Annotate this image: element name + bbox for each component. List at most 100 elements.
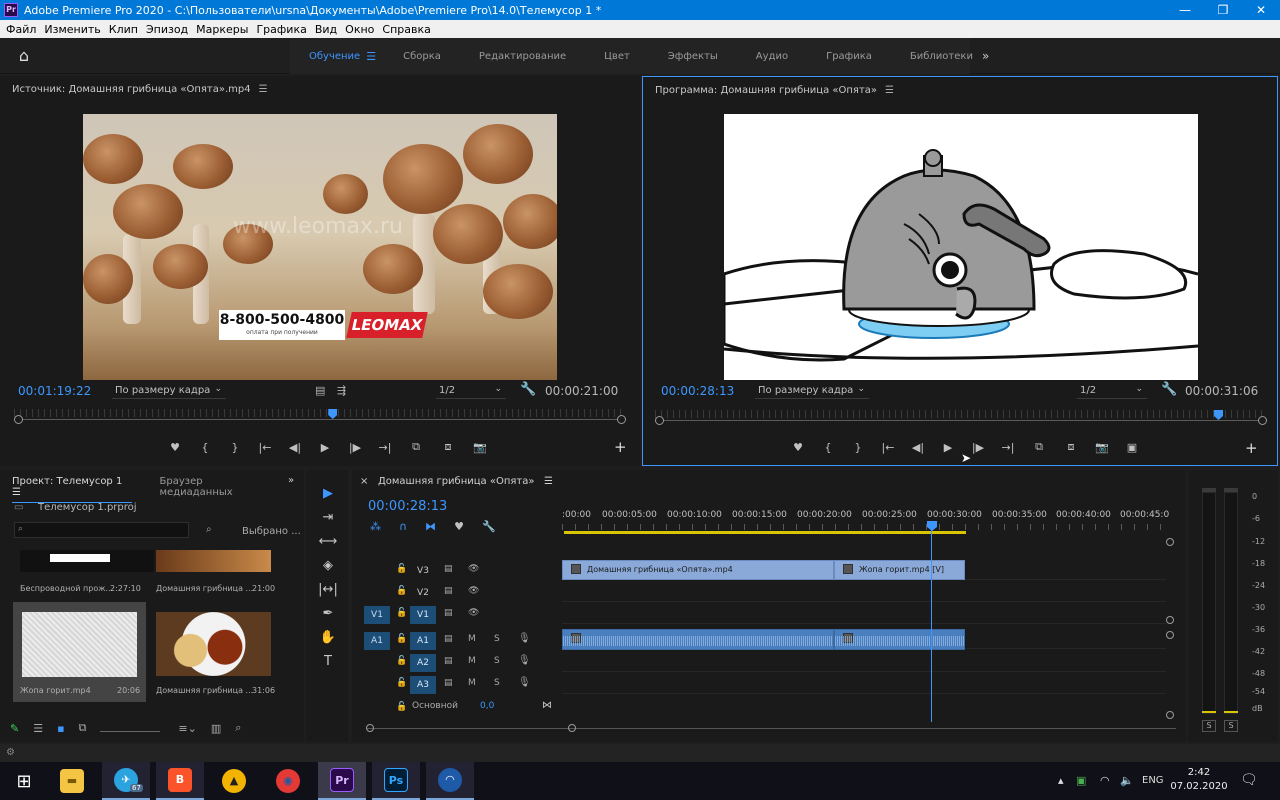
mark-out-button[interactable]: }	[843, 441, 873, 454]
maximize-button[interactable]: ❐	[1204, 3, 1242, 17]
source-timecode[interactable]: 00:01:19:22	[18, 384, 91, 398]
track-name-a1[interactable]: A1	[410, 632, 436, 650]
track-name-v1[interactable]: V1	[410, 606, 436, 624]
go-to-out-button[interactable]: →|	[370, 441, 400, 454]
track-name-v3[interactable]: V3	[410, 562, 436, 580]
program-viewer[interactable]	[724, 114, 1198, 380]
list-view-icon[interactable]: ☰	[33, 722, 43, 735]
ripple-edit-tool[interactable]: ⟷	[318, 532, 338, 552]
track-lane-a3[interactable]	[562, 673, 1166, 694]
add-marker-button[interactable]: ♥	[783, 441, 813, 454]
mute-button[interactable]: M	[468, 656, 476, 666]
audio-scroll-handle[interactable]	[1166, 711, 1174, 719]
program-timecode[interactable]: 00:00:28:13	[661, 384, 734, 398]
timeline-timecode[interactable]: 00:00:28:13	[368, 499, 447, 514]
add-marker-icon[interactable]: ♥	[454, 520, 464, 533]
source-patch-v1[interactable]: V1	[364, 606, 390, 624]
source-viewer[interactable]: www.leomax.ru 8-800-500-4800 оплата при п…	[83, 114, 557, 380]
solo-right-button[interactable]: S	[1224, 720, 1238, 732]
lock-icon[interactable]: 🔓	[396, 608, 407, 618]
go-to-out-button[interactable]: →|	[993, 441, 1023, 454]
program-scrubber[interactable]	[655, 410, 1267, 425]
video-scroll-handle[interactable]	[1166, 616, 1174, 624]
type-tool[interactable]: T	[318, 652, 338, 672]
project-thumb-2[interactable]	[156, 550, 271, 572]
workspace-menu-icon[interactable]: ☰	[366, 50, 376, 63]
program-fit-select[interactable]: По размеру кадра ⌄	[755, 384, 869, 399]
source-playhead[interactable]	[328, 409, 338, 419]
lock-icon[interactable]: 🔓	[396, 634, 407, 644]
audio-scroll-handle[interactable]	[1166, 631, 1174, 639]
program-playhead[interactable]	[1214, 410, 1224, 420]
go-to-end-icon[interactable]: ⋈	[542, 700, 552, 711]
work-area-bar[interactable]	[564, 531, 966, 534]
solo-button[interactable]: S	[494, 656, 500, 666]
zoom-handle-right[interactable]	[617, 415, 626, 424]
track-lane-v3[interactable]: Домашняя грибница «Опята».mp4 Жопа горит…	[562, 559, 1166, 580]
menu-graphics[interactable]: Графика	[254, 23, 312, 36]
menu-view[interactable]: Вид	[313, 23, 343, 36]
menu-edit[interactable]: Изменить	[42, 23, 106, 36]
sort-icon[interactable]: ≡⌄	[178, 722, 196, 735]
source-scrubber[interactable]	[14, 409, 626, 424]
clip-video-2[interactable]: Жопа горит.mp4 [V]	[834, 560, 965, 580]
razor-tool[interactable]: ◈	[318, 556, 338, 576]
taskbar-premiere[interactable]: Pr	[318, 762, 366, 800]
lock-icon[interactable]: 🔓	[396, 678, 407, 688]
selection-tool[interactable]: ▶	[318, 484, 338, 504]
microphone-icon[interactable]: 🎙	[518, 655, 531, 666]
track-name-a2[interactable]: A2	[410, 654, 436, 672]
start-button[interactable]: ⊞	[0, 762, 48, 800]
panel-menu-icon[interactable]: ☰	[259, 84, 268, 95]
menu-markers[interactable]: Маркеры	[194, 23, 254, 36]
mark-in-button[interactable]: {	[190, 441, 220, 454]
tray-overflow-icon[interactable]: ▴	[1058, 774, 1064, 787]
wrench-icon[interactable]: 🔧	[1161, 382, 1177, 397]
taskbar-telegram[interactable]: ✈ 67	[102, 762, 150, 800]
mute-button[interactable]: M	[468, 634, 476, 644]
eye-icon[interactable]: 👁	[468, 608, 479, 618]
menu-clip[interactable]: Клип	[107, 23, 144, 36]
workspace-assembly[interactable]: Сборка	[384, 51, 460, 62]
button-editor-plus[interactable]: +	[614, 438, 627, 456]
language-indicator[interactable]: ENG	[1142, 775, 1164, 786]
mark-in-button[interactable]: {	[813, 441, 843, 454]
workspace-audio[interactable]: Аудио	[737, 51, 807, 62]
track-lane-v2[interactable]	[562, 581, 1166, 602]
button-editor-plus[interactable]: +	[1245, 439, 1258, 457]
minimize-button[interactable]: —	[1166, 3, 1204, 17]
mark-out-button[interactable]: }	[220, 441, 250, 454]
drag-video-icon[interactable]: ⇶	[337, 384, 346, 397]
microphone-icon[interactable]: 🎙	[518, 633, 531, 644]
linked-selection-icon[interactable]: ⧓	[425, 520, 436, 533]
lock-icon[interactable]: 🔓	[396, 564, 407, 574]
workspace-effects[interactable]: Эффекты	[649, 51, 737, 62]
clip-video-1[interactable]: Домашняя грибница «Опята».mp4	[562, 560, 834, 580]
close-button[interactable]: ✕	[1242, 3, 1280, 17]
timeline-tab[interactable]: × Домашняя грибница «Опята» ☰	[360, 476, 553, 487]
project-search-input[interactable]: ⌕	[14, 522, 189, 538]
go-to-in-button[interactable]: |←	[873, 441, 903, 454]
menu-window[interactable]: Окно	[343, 23, 380, 36]
settings-panel-icon[interactable]: ▤	[315, 384, 325, 397]
nest-icon[interactable]: ⁂	[370, 520, 381, 533]
source-fit-select[interactable]: По размеру кадра ⌄	[112, 384, 226, 399]
taskbar-app-red[interactable]: ◉	[264, 762, 312, 800]
step-back-button[interactable]: ◀|	[280, 441, 310, 454]
scroll-handle-left[interactable]	[366, 724, 374, 732]
freeform-view-icon[interactable]: ⧉	[79, 721, 87, 735]
menu-help[interactable]: Справка	[380, 23, 436, 36]
sync-lock-icon[interactable]: ▤	[444, 678, 453, 688]
wrench-icon[interactable]: 🔧	[520, 382, 536, 397]
home-icon[interactable]: ⌂	[0, 46, 48, 65]
solo-left-button[interactable]: S	[1202, 720, 1216, 732]
source-panel-title[interactable]: Источник: Домашняя грибница «Опята».mp4 ☰	[12, 84, 268, 95]
notifications-icon[interactable]: 🗨	[1240, 772, 1258, 788]
eye-icon[interactable]: 👁	[468, 586, 479, 596]
play-button[interactable]: ▶	[933, 441, 963, 454]
master-volume[interactable]: 0,0	[480, 701, 494, 711]
zoom-handle-left[interactable]	[14, 415, 23, 424]
slip-tool[interactable]: |↔|	[318, 580, 338, 600]
workspace-graphics[interactable]: Графика	[807, 51, 891, 62]
new-bin-from-search-icon[interactable]: ⌕	[206, 524, 212, 535]
